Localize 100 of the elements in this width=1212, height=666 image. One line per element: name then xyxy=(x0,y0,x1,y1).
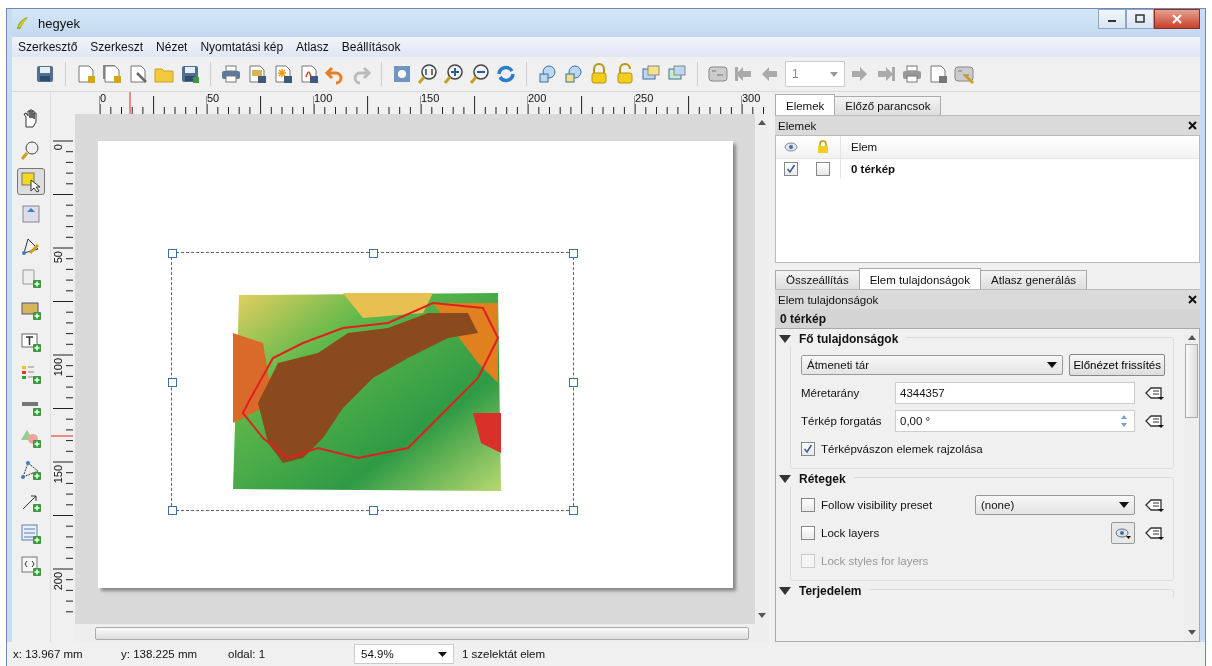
refresh-icon[interactable] xyxy=(495,63,517,85)
ruler-label: 50 xyxy=(207,92,220,104)
section-title: Fő tulajdonságok xyxy=(799,332,899,346)
scrollbar-thumb[interactable] xyxy=(1185,344,1198,418)
ruler-label: 200 xyxy=(52,572,64,591)
ruler-label: 100 xyxy=(52,358,64,377)
menu-item[interactable]: Szerkeszt xyxy=(90,40,144,54)
window-title: hegyek xyxy=(38,15,80,31)
ruler-label: 300 xyxy=(742,92,761,104)
dropdown-arrow-icon[interactable] xyxy=(438,651,447,657)
padlock-icon xyxy=(817,140,829,154)
zoom-combo[interactable]: 54.9% xyxy=(354,644,454,664)
duplicate-pages-icon[interactable] xyxy=(101,63,123,85)
x-coordinate: x: 13.967 mm xyxy=(13,648,84,660)
dock-tab[interactable]: Előző parancsok xyxy=(834,96,942,115)
close-button[interactable] xyxy=(1154,9,1200,29)
checkbox-label[interactable]: Térképvászon elemek rajzolása xyxy=(821,443,983,455)
checkbox[interactable] xyxy=(801,526,815,540)
menu-item[interactable]: Nézet xyxy=(156,40,188,54)
maximize-icon[interactable] xyxy=(1135,14,1145,24)
dock-tab[interactable]: Elem tulajdonságok xyxy=(858,268,981,289)
item-title: 0 térkép xyxy=(780,311,827,326)
maximize-button[interactable] xyxy=(1126,9,1154,29)
spin-arrows-icon[interactable] xyxy=(1118,413,1130,429)
data-defined-icon[interactable] xyxy=(1145,413,1165,429)
item-name[interactable]: 0 térkép xyxy=(841,163,896,175)
checkbox[interactable] xyxy=(784,162,798,176)
scroll-down-icon[interactable] xyxy=(758,613,766,618)
ruler-label: 200 xyxy=(528,92,547,104)
menu-item[interactable]: Beállítások xyxy=(341,40,401,54)
y-coordinate: y: 138.225 mm xyxy=(121,648,199,660)
collapse-triangle-icon[interactable] xyxy=(779,586,791,596)
panel-title: Elem tulajdonságok xyxy=(778,293,879,306)
selection-handle[interactable] xyxy=(368,249,378,258)
scroll-down-icon[interactable] xyxy=(1187,630,1196,635)
floppy-pencil-icon[interactable] xyxy=(179,63,201,85)
export-pdf-icon[interactable] xyxy=(298,63,320,85)
checkbox-label[interactable]: Follow visibility preset xyxy=(821,499,933,511)
dock-tab[interactable]: Atlasz generálás xyxy=(980,270,1088,289)
selection-count: 1 szelektát elem xyxy=(462,648,546,660)
zoom-actual-size-icon[interactable] xyxy=(417,63,439,85)
export-image-icon[interactable] xyxy=(246,63,268,85)
input-field[interactable]: 0,00 ° xyxy=(895,410,1135,432)
select-cursor-icon[interactable] xyxy=(17,168,45,195)
input-field[interactable]: 4344357 xyxy=(895,382,1135,404)
selection-handle[interactable] xyxy=(368,506,378,515)
checkbox[interactable] xyxy=(801,442,815,456)
selection-handle[interactable] xyxy=(168,249,177,258)
close-icon[interactable] xyxy=(1188,295,1197,304)
ruler-label: 100 xyxy=(314,92,333,104)
field-label: Térkép forgatás xyxy=(801,415,883,427)
ruler-label: 0 xyxy=(100,92,107,104)
data-defined-icon[interactable] xyxy=(1145,525,1165,541)
eye-icon[interactable] xyxy=(1115,527,1131,539)
scroll-up-icon[interactable] xyxy=(1187,335,1196,340)
collapse-triangle-icon[interactable] xyxy=(779,334,791,344)
app-logo-icon xyxy=(14,15,30,31)
menu-item[interactable]: Szerkesztő xyxy=(18,40,78,54)
atlas-page-combo[interactable]: 1 xyxy=(785,61,845,87)
close-icon[interactable] xyxy=(1188,121,1197,130)
selection-handle[interactable] xyxy=(569,506,578,515)
selection-handle[interactable] xyxy=(569,249,578,258)
select-all-icon[interactable] xyxy=(536,63,558,85)
checkbox[interactable] xyxy=(801,498,815,512)
refresh-preview-button[interactable]: Előnézet frissítés xyxy=(1069,354,1165,376)
export-page-icon[interactable] xyxy=(927,63,949,85)
zoom-out-icon[interactable] xyxy=(469,63,491,85)
printer-icon[interactable] xyxy=(901,63,923,85)
dock-tab[interactable]: Elemek xyxy=(775,94,836,115)
selection-handle[interactable] xyxy=(168,377,177,387)
page-wrench-icon[interactable] xyxy=(127,63,149,85)
menu-item[interactable]: Nyomtatási kép xyxy=(200,40,284,54)
cache-combo[interactable]: Átmeneti tár xyxy=(801,355,1064,375)
menu-item[interactable]: Atlasz xyxy=(296,40,329,54)
collapse-triangle-icon[interactable] xyxy=(779,474,791,484)
dock-tab[interactable]: Összeállítás xyxy=(775,270,860,289)
checkbox[interactable] xyxy=(816,162,830,176)
column-header: Elem xyxy=(850,141,878,153)
ruler-label: 0 xyxy=(52,144,64,151)
zoom-in-icon[interactable] xyxy=(443,63,465,85)
deselect-icon[interactable] xyxy=(562,63,584,85)
section-title: Terjedelem xyxy=(799,584,862,598)
dropdown-arrow-icon[interactable] xyxy=(1047,362,1058,368)
selection-handle[interactable] xyxy=(168,506,177,515)
printer-icon[interactable] xyxy=(220,63,242,85)
export-svg-icon[interactable] xyxy=(272,63,294,85)
preset-combo[interactable]: (none) xyxy=(975,495,1135,515)
checkbox-label[interactable]: Lock layers xyxy=(821,527,880,539)
section-title: Rétegek xyxy=(799,472,846,486)
dropdown-arrow-icon[interactable] xyxy=(1119,502,1129,508)
scrollbar-thumb[interactable] xyxy=(95,626,749,640)
data-defined-icon[interactable] xyxy=(1145,497,1165,513)
scroll-up-icon[interactable] xyxy=(758,120,766,125)
minimize-button[interactable] xyxy=(1098,9,1126,29)
panel-title: Elemek xyxy=(778,119,817,132)
eye-icon xyxy=(784,142,798,152)
page-indicator: oldal: 1 xyxy=(228,648,267,660)
data-defined-icon[interactable] xyxy=(1145,385,1165,401)
eye-button[interactable] xyxy=(1111,522,1135,544)
selection-handle[interactable] xyxy=(569,377,578,387)
